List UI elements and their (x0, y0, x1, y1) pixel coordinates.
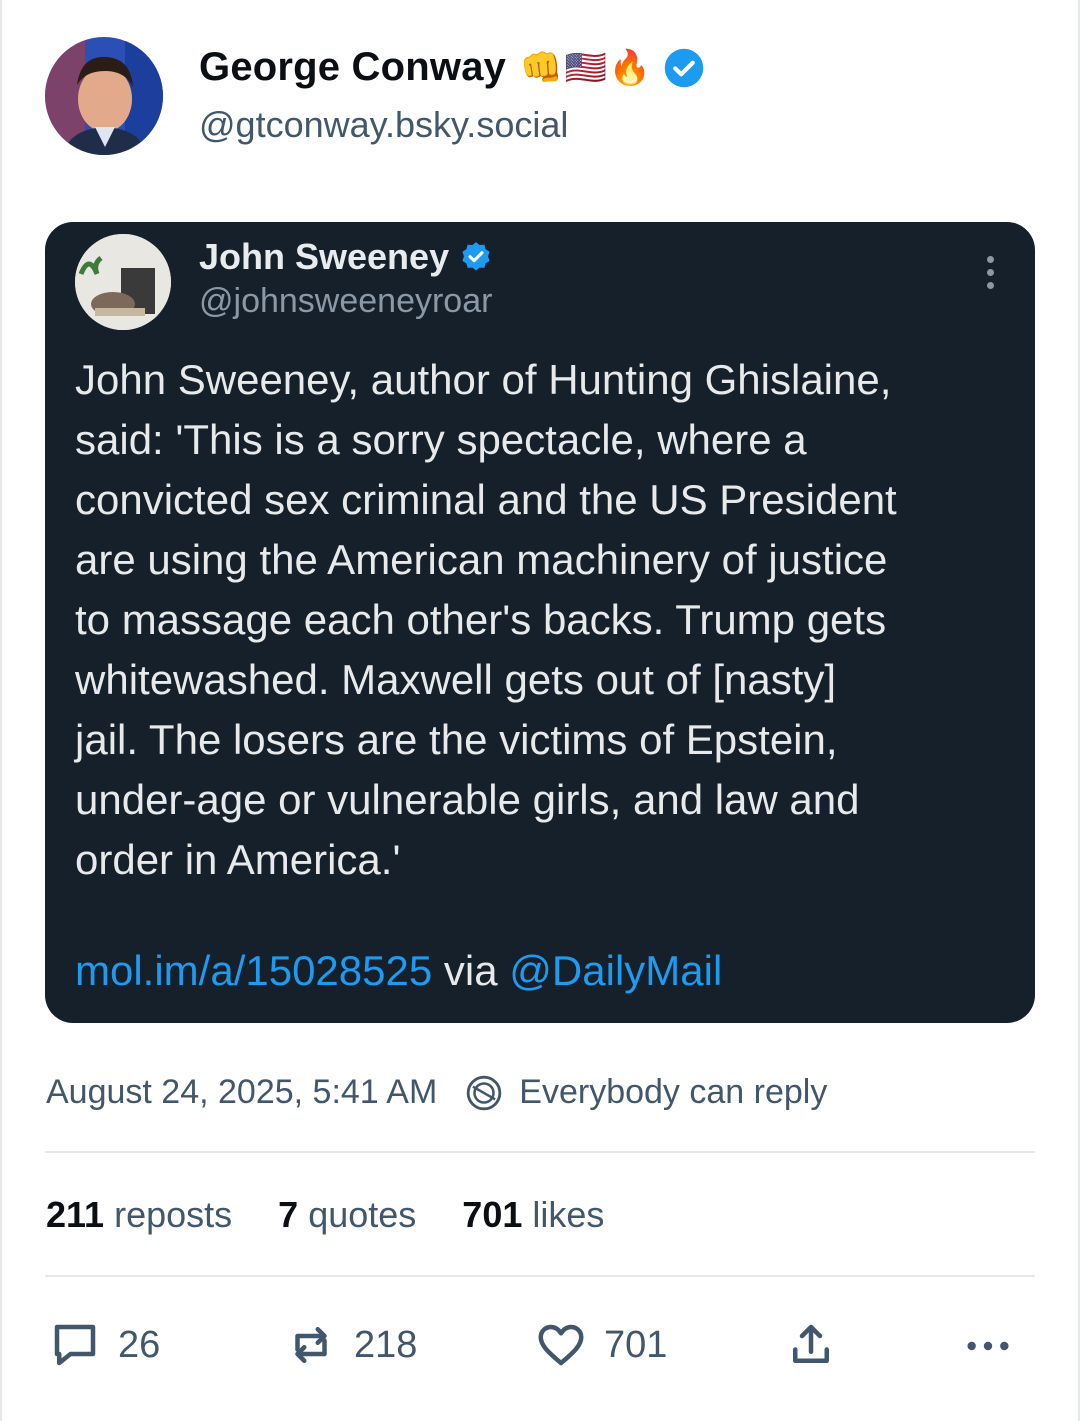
author-handle[interactable]: @gtconway.bsky.social (199, 104, 568, 146)
embed-author-name: John Sweeney (199, 236, 493, 278)
likes-stat[interactable]: 701 likes (462, 1194, 604, 1236)
like-button[interactable]: 701 (534, 1318, 667, 1372)
share-button[interactable] (784, 1318, 854, 1372)
author-name[interactable]: George Conway 👊🇺🇸🔥 (199, 45, 705, 90)
quotes-count: 7 (278, 1194, 299, 1235)
verified-badge-icon (664, 48, 704, 87)
likes-count: 701 (462, 1194, 523, 1235)
embed-post-text: John Sweeney, author of Hunting Ghislain… (75, 356, 897, 883)
author-avatar[interactable] (45, 37, 163, 155)
embed-avatar (75, 234, 171, 330)
more-options-icon[interactable] (987, 256, 997, 295)
repost-button[interactable]: 218 (284, 1318, 417, 1372)
more-options-button[interactable] (960, 1318, 1016, 1374)
author-name-text: George Conway (199, 45, 507, 89)
repost-count: 218 (354, 1323, 418, 1366)
embed-author-handle: @johnsweeneyroar (199, 282, 493, 320)
comment-icon (54, 1324, 96, 1366)
embed-author-name-text: John Sweeney (199, 236, 450, 277)
author-emoji: 👊🇺🇸🔥 (520, 47, 654, 88)
reply-setting-text[interactable]: Everybody can reply (519, 1073, 827, 1112)
reply-count: 26 (118, 1323, 161, 1366)
reposts-count: 211 (46, 1194, 105, 1235)
verified-badge-icon (462, 242, 490, 271)
ellipsis-icon (967, 1341, 1009, 1351)
embed-via-text: via (443, 947, 498, 994)
embed-link-line: mol.im/a/15028525 via @DailyMail (75, 947, 722, 995)
like-count: 701 (604, 1323, 668, 1366)
reply-button[interactable]: 26 (48, 1318, 160, 1372)
divider (45, 1151, 1035, 1153)
embed-mention-link[interactable]: @DailyMail (509, 947, 722, 994)
heart-icon (538, 1324, 584, 1366)
reply-settings-icon (467, 1075, 502, 1110)
post-meta: August 24, 2025, 5:41 AM Everybody can r… (46, 1073, 827, 1112)
embed-link[interactable]: mol.im/a/15028525 (75, 947, 432, 994)
embedded-post-card[interactable]: John Sweeney @johnsweeneyroar John Sween… (45, 222, 1035, 1023)
reposts-stat[interactable]: 211 reposts (46, 1194, 232, 1236)
post-timestamp: August 24, 2025, 5:41 AM (46, 1073, 438, 1111)
repost-icon (295, 1327, 327, 1363)
divider (45, 1275, 1035, 1277)
quotes-stat[interactable]: 7 quotes (278, 1194, 416, 1236)
likes-label: likes (532, 1194, 605, 1235)
action-bar: 26 218 701 (48, 1318, 1028, 1374)
quotes-label: quotes (308, 1194, 417, 1235)
left-border (0, 0, 2, 1421)
engagement-stats: 211 reposts 7 quotes 701 likes (46, 1194, 650, 1236)
share-icon (793, 1324, 829, 1363)
reposts-label: reposts (114, 1194, 233, 1235)
